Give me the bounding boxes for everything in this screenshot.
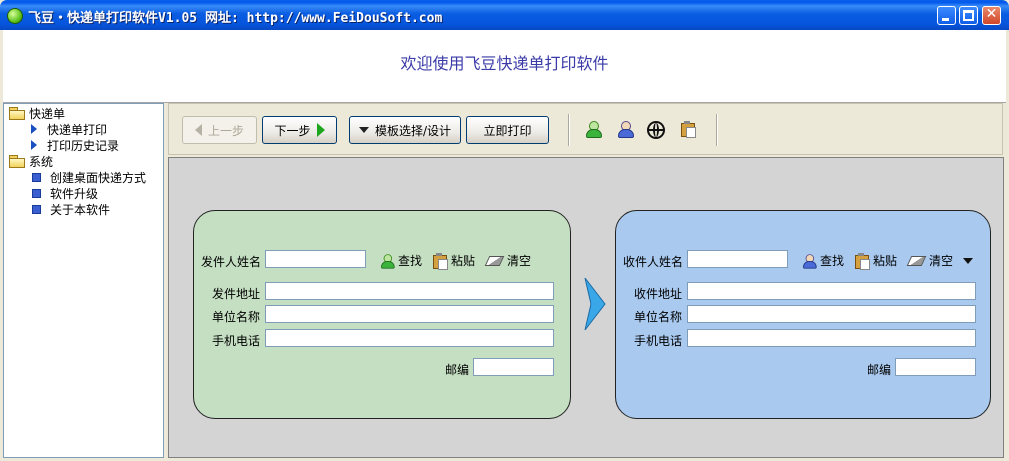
template-select-button[interactable]: 模板选择/设计 (349, 116, 461, 144)
maximize-button[interactable] (959, 6, 978, 25)
user-search-icon (380, 253, 395, 269)
navigation-tree[interactable]: 快递单 快递单打印 打印历史记录 系统 创建桌面快递方式 软件升级 关于本软件 (3, 103, 164, 458)
tree-item-label: 关于本软件 (50, 202, 111, 217)
tree-item-label: 打印历史记录 (47, 138, 120, 153)
minimize-icon (942, 18, 949, 21)
sender-clear-button[interactable]: 清空 (484, 252, 532, 269)
sender-zip-input[interactable] (473, 358, 554, 376)
toolbar-separator (568, 114, 570, 146)
dropdown-arrow-icon (358, 127, 369, 133)
receiver-paste-label: 粘贴 (873, 254, 898, 268)
arrow-right-icon (316, 123, 325, 137)
sender-address-label: 发件地址 (212, 287, 261, 301)
toolbar-separator (716, 114, 718, 146)
sender-card: 发件人姓名 查找 粘贴 清空 发件地址 单位名称 手机电话 邮编 (193, 210, 571, 419)
tree-item-label: 创建桌面快递方式 (50, 170, 147, 185)
folder-icon (9, 155, 25, 168)
sender-paste-label: 粘贴 (451, 254, 476, 268)
print-now-label: 立即打印 (483, 123, 532, 138)
tree-group-express[interactable]: 快递单 (9, 105, 65, 121)
welcome-text: 欢迎使用飞豆快递单打印软件 (400, 54, 609, 73)
tree-item-label: 软件升级 (50, 186, 99, 201)
sender-company-input[interactable] (265, 305, 554, 323)
tree-item-express-print[interactable]: 快递单打印 (31, 121, 107, 137)
receiver-company-input[interactable] (687, 305, 976, 323)
receiver-address-label: 收件地址 (634, 287, 683, 301)
sender-find-label: 查找 (398, 254, 423, 268)
tree-group-system[interactable]: 系统 (9, 153, 53, 169)
user-search-icon (802, 253, 817, 269)
receiver-card: 收件人姓名 查找 粘贴 清空 收件地址 单位名称 手机电话 邮编 (615, 210, 991, 419)
folder-icon (9, 107, 25, 120)
template-select-label: 模板选择/设计 (374, 123, 452, 138)
receiver-clear-button[interactable]: 清空 (906, 252, 974, 269)
bullet-triangle-icon (31, 140, 37, 150)
prev-step-button[interactable]: 上一步 (182, 116, 257, 144)
toolbar: 上一步 下一步 模板选择/设计 立即打印 (168, 103, 1003, 155)
clipboard-button[interactable] (681, 121, 699, 139)
website-button[interactable] (647, 121, 665, 139)
tree-group-label: 快递单 (29, 106, 66, 121)
tree-item-create-shortcut[interactable]: 创建桌面快递方式 (32, 169, 146, 185)
clipboard-icon (681, 121, 696, 138)
globe-icon (647, 121, 665, 139)
tree-item-print-history[interactable]: 打印历史记录 (31, 137, 119, 153)
sender-phone-input[interactable] (265, 329, 554, 347)
sender-contacts-button[interactable] (585, 121, 603, 139)
receiver-zip-label: 邮编 (867, 363, 892, 377)
arrow-left-icon (194, 124, 202, 136)
clear-dropdown-icon[interactable] (963, 257, 974, 264)
tree-item-upgrade[interactable]: 软件升级 (32, 185, 98, 201)
receiver-name-label: 收件人姓名 (623, 255, 684, 269)
sender-name-input[interactable] (265, 250, 366, 268)
user-green-icon (585, 121, 602, 138)
receiver-find-button[interactable]: 查找 (801, 252, 844, 269)
sender-find-button[interactable]: 查找 (379, 252, 422, 269)
eraser-icon (484, 255, 505, 266)
welcome-banner: 欢迎使用飞豆快递单打印软件 (3, 30, 1006, 103)
sender-address-input[interactable] (265, 282, 554, 300)
bullet-square-icon (32, 204, 41, 214)
receiver-zip-input[interactable] (895, 358, 976, 376)
sender-zip-label: 邮编 (445, 363, 470, 377)
minimize-button[interactable] (937, 6, 956, 25)
title-bar[interactable]: 飞豆・快递单打印软件V1.05 网址: http://www.FeiDouSof… (0, 0, 1009, 30)
receiver-clear-label: 清空 (929, 254, 954, 268)
tree-item-label: 快递单打印 (47, 122, 108, 137)
eraser-icon (906, 255, 927, 266)
receiver-name-input[interactable] (687, 250, 788, 268)
app-icon[interactable] (7, 8, 23, 24)
direction-arrow-icon (584, 277, 606, 331)
receiver-paste-button[interactable]: 粘贴 (855, 252, 898, 270)
receiver-contacts-button[interactable] (617, 121, 635, 139)
receiver-find-label: 查找 (820, 254, 845, 268)
receiver-phone-input[interactable] (687, 329, 976, 347)
tree-item-about[interactable]: 关于本软件 (32, 201, 110, 217)
sender-phone-label: 手机电话 (212, 334, 261, 348)
work-area: 发件人姓名 查找 粘贴 清空 发件地址 单位名称 手机电话 邮编 收件人姓名 查… (168, 157, 1004, 458)
next-step-button[interactable]: 下一步 (262, 116, 337, 144)
print-now-button[interactable]: 立即打印 (466, 116, 549, 144)
sender-clear-label: 清空 (507, 254, 532, 268)
tree-group-label: 系统 (29, 154, 54, 169)
paste-icon (855, 253, 870, 270)
sender-name-label: 发件人姓名 (201, 255, 262, 269)
receiver-company-label: 单位名称 (634, 310, 683, 324)
sender-paste-button[interactable]: 粘贴 (433, 252, 476, 270)
maximize-icon (963, 10, 974, 21)
window-title: 飞豆・快递单打印软件V1.05 网址: http://www.FeiDouSof… (28, 11, 443, 26)
user-blue-icon (617, 121, 634, 138)
bullet-square-icon (32, 172, 41, 182)
bullet-square-icon (32, 188, 41, 198)
prev-step-label: 上一步 (207, 123, 244, 138)
sender-company-label: 单位名称 (212, 310, 261, 324)
close-icon: ✕ (985, 6, 998, 22)
receiver-address-input[interactable] (687, 282, 976, 300)
bullet-triangle-icon (31, 124, 37, 134)
receiver-phone-label: 手机电话 (634, 334, 683, 348)
next-step-label: 下一步 (274, 123, 311, 138)
close-button[interactable]: ✕ (982, 6, 1001, 25)
paste-icon (433, 253, 448, 270)
